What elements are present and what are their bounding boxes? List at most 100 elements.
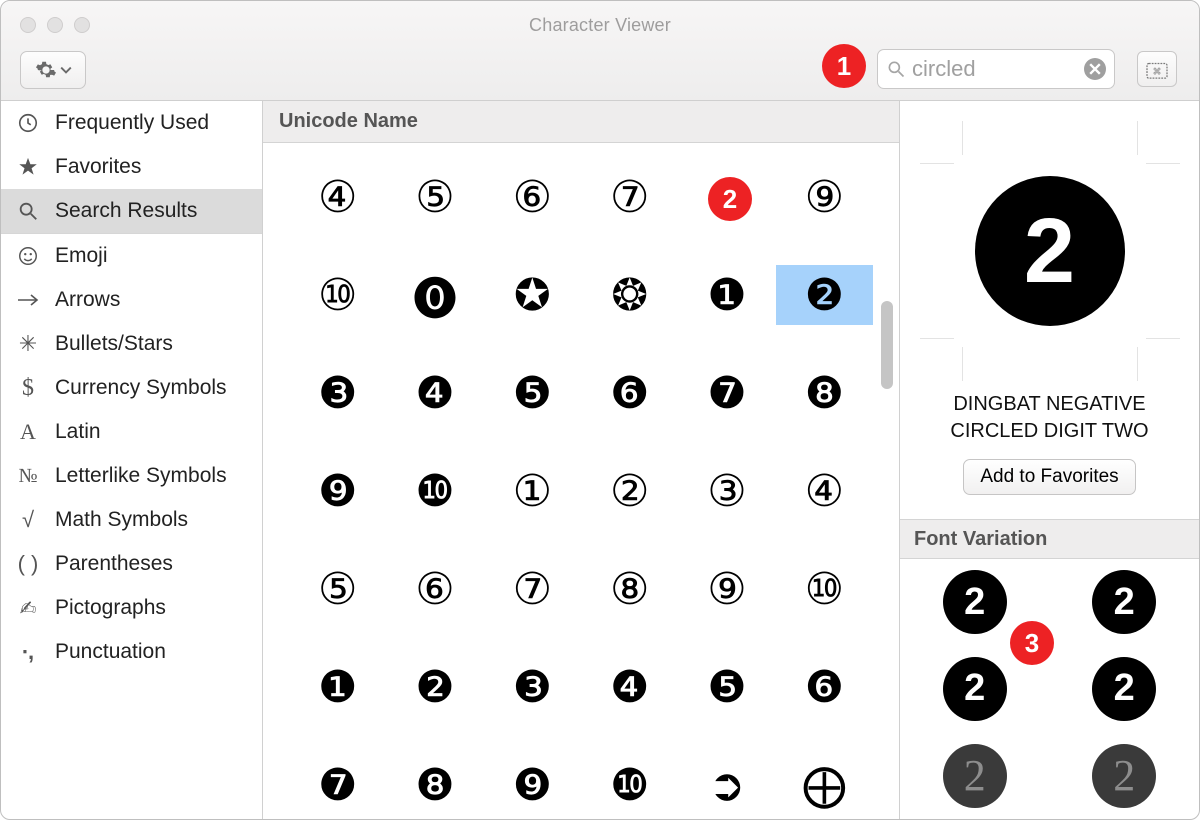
search-field[interactable] [877,49,1115,89]
sidebar-item-label: Search Results [55,199,197,223]
gear-icon [35,59,57,81]
character-cell[interactable]: ⑤ [289,559,386,619]
window-title: Character Viewer [1,15,1199,36]
sidebar-item-latin[interactable]: ALatin [1,410,262,454]
chevron-down-icon [60,64,72,76]
character-cell[interactable]: ❻ [581,363,678,423]
character-cell[interactable]: ⨁ [776,755,873,815]
character-cell[interactable]: ⑥ [386,559,483,619]
glyph-preview-circle: 2 [975,176,1125,326]
character-cell[interactable]: ❿ [581,755,678,815]
search-icon [886,59,906,79]
sidebar-item-punctuation[interactable]: ∙,Punctuation [1,630,262,674]
close-icon [1089,63,1101,75]
grid-scrollbar-thumb[interactable] [881,301,893,389]
sidebar-item-pictographs[interactable]: ✍︎Pictographs [1,586,262,630]
character-cell[interactable]: ④ [776,461,873,521]
sidebar-item-parentheses[interactable]: ( )Parentheses [1,542,262,586]
character-cell[interactable]: ❶ [289,657,386,717]
font-variation-cell[interactable]: 2 [1050,559,1200,646]
annotation-2: 2 [708,177,752,221]
character-cell[interactable]: ⓿ [386,265,483,325]
sidebar-item-currency-symbols[interactable]: $ Currency Symbols [1,366,262,410]
sidebar-item-label: Latin [55,420,101,444]
character-cell[interactable]: ⑨ [776,167,873,227]
character-viewer-window: 1 Character Viewer ⌘ Frequently Used Favo… [0,0,1200,820]
window-body: Frequently Used Favorites Search Results E… [1,101,1199,819]
arrow-icon [15,292,41,308]
punct-icon: ∙, [15,639,41,665]
character-cell[interactable]: ❻ [776,657,873,717]
sidebar-item-label: Frequently Used [55,111,209,135]
sidebar-item-arrows[interactable]: Arrows [1,278,262,322]
character-cell[interactable]: ❽ [776,363,873,423]
search-input[interactable] [912,56,1084,82]
star-icon [15,156,41,178]
annotation-1: 1 [822,44,866,88]
annotation-3: 3 [1010,621,1054,665]
character-cell[interactable]: ❸ [289,363,386,423]
character-cell[interactable]: ③ [678,461,775,521]
sidebar-item-label: Arrows [55,288,120,312]
character-cell[interactable]: ❽ [386,755,483,815]
font-variation-grid: 3 222222 [900,559,1199,819]
character-cell[interactable]: ⑨ [678,559,775,619]
pictograph-icon: ✍︎ [15,596,41,621]
grid-scrollbar[interactable] [878,101,896,819]
glyph-preview-frame: 2 [920,121,1180,381]
sidebar-item-label: Currency Symbols [55,376,227,400]
character-cell[interactable]: ❿ [386,461,483,521]
clock-icon [15,112,41,134]
sidebar-item-letterlike-symbols[interactable]: №Letterlike Symbols [1,454,262,498]
character-grid-scroll[interactable]: ④⑤⑥⑦⑧⑨⑩⓿✪❂❶❷❸❹❺❻❼❽❾❿①②③④⑤⑥⑦⑧⑨⑩❶❷❸❹❺❻❼❽❾❿… [263,143,899,819]
font-variation-cell[interactable]: 2 [1050,732,1200,819]
character-cell[interactable]: ⑩ [289,265,386,325]
clear-search-button[interactable] [1084,58,1106,80]
character-cell[interactable]: ❹ [581,657,678,717]
character-cell[interactable]: ⑤ [386,167,483,227]
keyboard-icon: ⌘ [1146,59,1168,79]
settings-menu-button[interactable] [20,51,86,89]
character-cell[interactable]: ❺ [484,363,581,423]
character-cell[interactable]: ❺ [678,657,775,717]
detail-panel: 2 DINGBAT NEGATIVE CIRCLED DIGIT TWO Add… [899,101,1199,819]
sidebar-item-bullets-stars[interactable]: ✳︎Bullets/Stars [1,322,262,366]
font-variation-cell[interactable]: 2 [1050,646,1200,733]
character-cell[interactable]: ❼ [289,755,386,815]
sidebar-item-search-results[interactable]: Search Results [1,189,262,233]
character-cell[interactable]: ✪ [484,265,581,325]
sidebar-item-favorites[interactable]: Favorites [1,145,262,189]
add-to-favorites-button[interactable]: Add to Favorites [963,459,1135,495]
character-cell[interactable]: ② [581,461,678,521]
sidebar-item-label: Emoji [55,244,108,268]
titlebar: Character Viewer ⌘ [1,1,1199,101]
sidebar-item-label: Favorites [55,155,141,179]
dollar-icon: $ [15,375,41,402]
character-cell[interactable]: ❹ [386,363,483,423]
character-cell[interactable]: ⑦ [484,559,581,619]
character-cell[interactable]: ⑩ [776,559,873,619]
character-cell[interactable]: ❶ [678,265,775,325]
grid-column-header: Unicode Name [263,101,899,143]
character-cell[interactable]: ➲ [678,755,775,815]
character-cell[interactable]: ❼ [678,363,775,423]
character-cell[interactable]: ⑧ [581,559,678,619]
character-cell[interactable]: ❂ [581,265,678,325]
character-cell[interactable]: ❷ [386,657,483,717]
sidebar-item-frequently-used[interactable]: Frequently Used [1,101,262,145]
character-cell[interactable]: ⑦ [581,167,678,227]
sidebar-item-math-symbols[interactable]: √Math Symbols [1,498,262,542]
toggle-palette-button[interactable]: ⌘ [1137,51,1177,87]
character-cell[interactable]: ④ [289,167,386,227]
character-cell[interactable]: ❾ [289,461,386,521]
sidebar-item-label: Bullets/Stars [55,332,173,356]
character-cell[interactable]: ⑥ [484,167,581,227]
character-cell[interactable]: ① [484,461,581,521]
sidebar: Frequently Used Favorites Search Results E… [1,101,263,819]
character-cell[interactable]: ❸ [484,657,581,717]
sidebar-item-emoji[interactable]: Emoji [1,234,262,278]
glyph-preview: 2 [956,157,1144,345]
character-cell[interactable]: ❾ [484,755,581,815]
font-variation-cell[interactable]: 2 [900,732,1050,819]
character-cell[interactable]: ❷ [776,265,873,325]
